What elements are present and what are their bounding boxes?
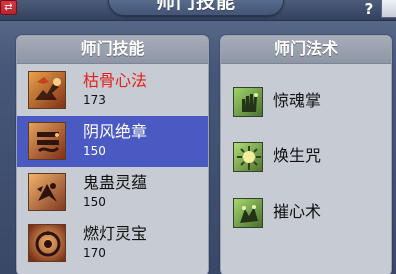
- help-button[interactable]: ?: [362, 1, 376, 17]
- sect-skills-panel: 师门技能 枯骨心法 173 阴风绝章 150 鬼蛊灵蕴 150 燃灯灵宝 170: [16, 35, 209, 274]
- swap-arrows-icon[interactable]: ⇄: [0, 0, 17, 15]
- close-icon[interactable]: [381, 0, 396, 18]
- skill-level: 170: [83, 246, 106, 260]
- skill-item-guigu-lingyun[interactable]: 鬼蛊灵蕴 150: [17, 167, 208, 218]
- spell-name: 焕生咒: [273, 146, 322, 165]
- sect-spells-panel: 师门法术 惊魂掌 焕生咒 摧心术: [220, 35, 392, 274]
- skill-item-kugu-xinfa[interactable]: 枯骨心法 173: [17, 65, 208, 116]
- revive-spell-icon: [233, 142, 263, 172]
- spell-name: 惊魂掌: [273, 91, 322, 110]
- skill-level: 173: [83, 93, 106, 107]
- window-title: 师门技能: [155, 0, 236, 13]
- sect-spells-panel-title: 师门法术: [273, 39, 338, 58]
- spell-name: 摧心术: [273, 202, 322, 221]
- spell-item-jinghun-zhang[interactable]: 惊魂掌: [221, 80, 391, 120]
- spell-item-huansheng-zhou[interactable]: 焕生咒: [221, 135, 391, 175]
- skull-mind-icon: [28, 71, 66, 109]
- palm-icon: [233, 87, 263, 117]
- sect-skills-panel-title: 师门技能: [80, 39, 145, 58]
- skill-item-yinfeng-juezhang[interactable]: 阴风绝章 150: [17, 116, 208, 167]
- wind-book-icon: [28, 122, 66, 160]
- heart-breaking-icon: [233, 198, 263, 228]
- skill-name: 枯骨心法: [83, 71, 148, 90]
- skill-name: 鬼蛊灵蕴: [83, 173, 148, 192]
- spell-item-cuixin-shu[interactable]: 摧心术: [221, 191, 391, 231]
- window-title-tab: 师门技能: [108, 0, 284, 16]
- ghost-gu-icon: [28, 173, 66, 211]
- skill-item-randeng-lingbao[interactable]: 燃灯灵宝 170: [17, 218, 208, 269]
- lamp-treasure-icon: [28, 224, 66, 262]
- skill-name: 阴风绝章: [83, 122, 148, 141]
- skill-name: 燃灯灵宝: [83, 224, 148, 243]
- sect-spells-panel-header: 师门法术: [221, 36, 391, 64]
- skill-level: 150: [83, 195, 106, 209]
- sect-skills-window: ⇄ 师门技能 ? 师门技能 枯骨心法 173 阴风绝章 150 鬼蛊灵蕴 150…: [0, 0, 396, 274]
- skill-level: 150: [83, 144, 106, 158]
- sect-skills-panel-header: 师门技能: [17, 36, 208, 64]
